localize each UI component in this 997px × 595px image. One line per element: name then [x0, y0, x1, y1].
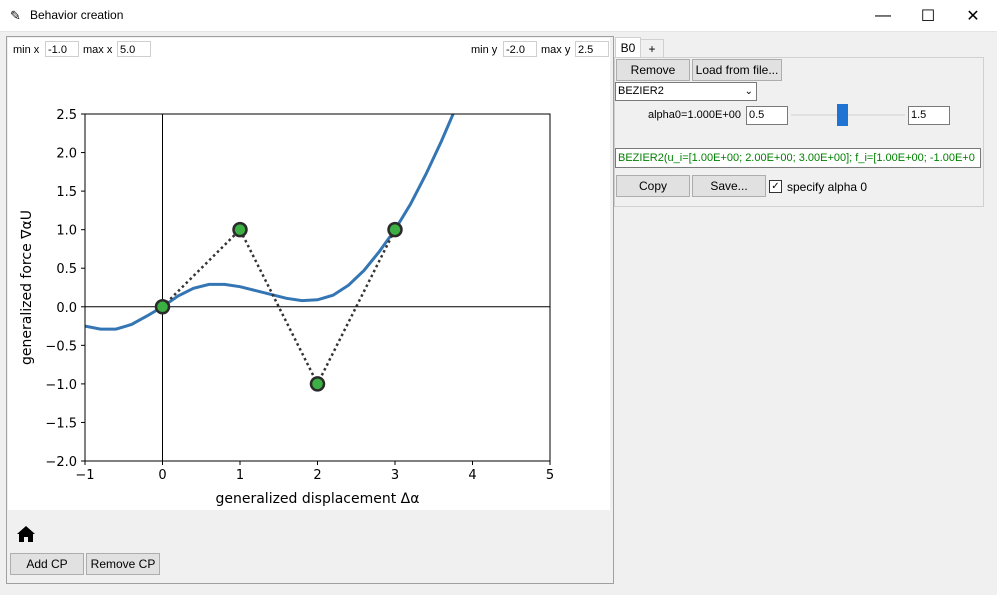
max-x-label: max x	[83, 44, 113, 56]
minimize-button[interactable]: —	[860, 0, 906, 31]
control-point[interactable]	[154, 299, 171, 315]
specify-alpha-checkbox[interactable]: ✓	[769, 180, 782, 193]
y-tick-label: −1.0	[45, 378, 77, 393]
x-tick-label: 0	[158, 468, 166, 483]
y-axis-label: generalized force ∇αU	[19, 210, 35, 365]
bezier-curve-line	[85, 114, 455, 331]
chevron-down-icon: ⌄	[744, 86, 753, 97]
min-y-input[interactable]: -2.0	[503, 41, 537, 57]
min-y-label: min y	[471, 44, 498, 56]
alpha-input[interactable]: 0.5	[746, 106, 788, 125]
add-cp-button[interactable]: Add CP	[10, 553, 84, 575]
y-tick-label: −2.0	[45, 455, 77, 470]
behavior-type-value: BEZIER2	[618, 85, 664, 97]
tab-b0[interactable]: B0	[615, 37, 641, 58]
control-point[interactable]	[232, 221, 248, 238]
control-point[interactable]	[387, 221, 403, 238]
max-x-input[interactable]: 5.0	[117, 41, 151, 57]
x-tick-label: 4	[468, 468, 476, 483]
y-tick-label: −0.5	[45, 339, 77, 354]
home-icon[interactable]	[16, 525, 36, 543]
expression-field[interactable]: BEZIER2(u_i=[1.00E+00; 2.00E+00; 3.00E+0…	[615, 148, 981, 168]
alpha-label: alpha0=1.000E+00	[648, 109, 741, 121]
behavior-chart[interactable]: −1 0 1 2 3 4 5 −2.0 −1.5 −1.0 −0.5 0.0 0.5 1.0 1.5 2.0 2…	[8, 60, 610, 510]
copy-button[interactable]: Copy	[616, 175, 690, 197]
specify-alpha-label: specify alpha 0	[787, 180, 868, 194]
min-x-label: min x	[13, 44, 40, 56]
plot-panel: min x -1.0 max x 5.0 min y -2.0 max y 2.…	[6, 36, 614, 584]
remove-cp-button[interactable]: Remove CP	[86, 553, 160, 575]
title-bar: ✎ Behavior creation — ☐ ✕	[0, 0, 997, 32]
tab-add[interactable]: +	[640, 39, 664, 58]
axes-frame	[84, 113, 551, 462]
remove-button[interactable]: Remove	[616, 59, 690, 81]
alpha-max-input[interactable]: 1.5	[908, 106, 950, 125]
x-tick-label: −1	[75, 468, 94, 483]
max-y-label: max y	[541, 44, 571, 56]
x-tick-label: 3	[391, 468, 399, 483]
close-button[interactable]: ✕	[950, 0, 996, 31]
y-tick-label: 2.0	[56, 147, 77, 162]
y-tick-label: 1.5	[56, 185, 77, 200]
range-bar: min x -1.0 max x 5.0 min y -2.0 max y 2.…	[8, 38, 610, 60]
y-tick-label: 0.0	[56, 301, 77, 316]
x-tick-label: 1	[236, 468, 244, 483]
y-tick-label: 1.0	[56, 224, 77, 239]
alpha-slider-thumb[interactable]	[837, 104, 849, 126]
behavior-type-select[interactable]: BEZIER2 ⌄	[615, 82, 757, 101]
min-x-input[interactable]: -1.0	[45, 41, 79, 57]
y-tick-label: −1.5	[45, 416, 77, 431]
save-button[interactable]: Save...	[692, 175, 766, 197]
max-y-input[interactable]: 2.5	[575, 41, 609, 57]
plot-area[interactable]: −1 0 1 2 3 4 5 −2.0 −1.5 −1.0 −0.5 0.0 0.5 1.0 1.5 2.0 2…	[8, 60, 610, 510]
control-point[interactable]	[309, 376, 326, 392]
maximize-button[interactable]: ☐	[905, 0, 951, 31]
y-tick-label: 0.5	[56, 262, 77, 277]
x-tick-label: 2	[313, 468, 321, 483]
y-tick-label: 2.5	[56, 108, 77, 123]
feather-icon: ✎	[10, 8, 21, 23]
x-axis-label: generalized displacement Δα	[215, 491, 419, 507]
window-title: Behavior creation	[30, 8, 124, 22]
x-tick-label: 5	[546, 468, 554, 483]
load-from-file-button[interactable]: Load from file...	[692, 59, 782, 81]
